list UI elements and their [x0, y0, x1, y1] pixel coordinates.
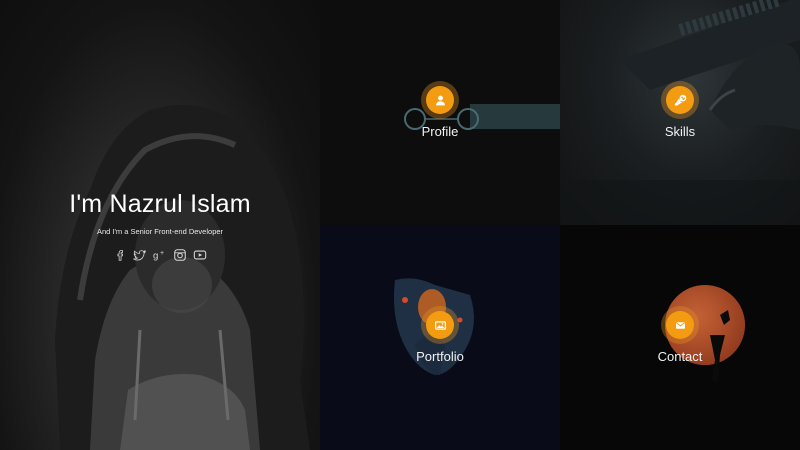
portfolio-icon-badge	[421, 306, 459, 344]
portfolio-label: Portfolio	[416, 349, 464, 364]
profile-tile[interactable]: Profile	[320, 0, 560, 225]
svg-text:g: g	[153, 251, 158, 262]
wrench-icon	[674, 94, 686, 106]
google-plus-icon[interactable]: g +	[153, 248, 167, 262]
hero-section: I'm Nazrul Islam And I'm a Senior Front-…	[0, 0, 320, 450]
hero-title: I'm Nazrul Islam	[69, 190, 251, 218]
skills-tile[interactable]: Skills	[560, 0, 800, 225]
youtube-icon[interactable]	[193, 248, 207, 262]
profile-icon-badge	[421, 81, 459, 119]
envelope-icon	[675, 321, 685, 329]
profile-label: Profile	[421, 124, 459, 139]
image-icon	[434, 320, 446, 330]
user-icon	[435, 95, 445, 105]
skills-label: Skills	[664, 124, 696, 139]
facebook-icon[interactable]	[113, 248, 127, 262]
contact-icon-badge	[661, 306, 699, 344]
svg-text:+: +	[160, 250, 164, 257]
page: I'm Nazrul Islam And I'm a Senior Front-…	[0, 0, 800, 450]
hero-subtitle: And I'm a Senior Front-end Developer	[96, 227, 224, 236]
contact-label: Contact	[657, 349, 703, 364]
hero-text: I'm Nazrul Islam And I'm a Senior Front-…	[0, 190, 320, 262]
portfolio-tile[interactable]: Portfolio	[320, 225, 560, 450]
social-links: g +	[0, 248, 320, 262]
twitter-icon[interactable]	[133, 248, 147, 262]
skills-icon-badge	[661, 81, 699, 119]
contact-tile[interactable]: Contact	[560, 225, 800, 450]
instagram-icon[interactable]	[173, 248, 187, 262]
